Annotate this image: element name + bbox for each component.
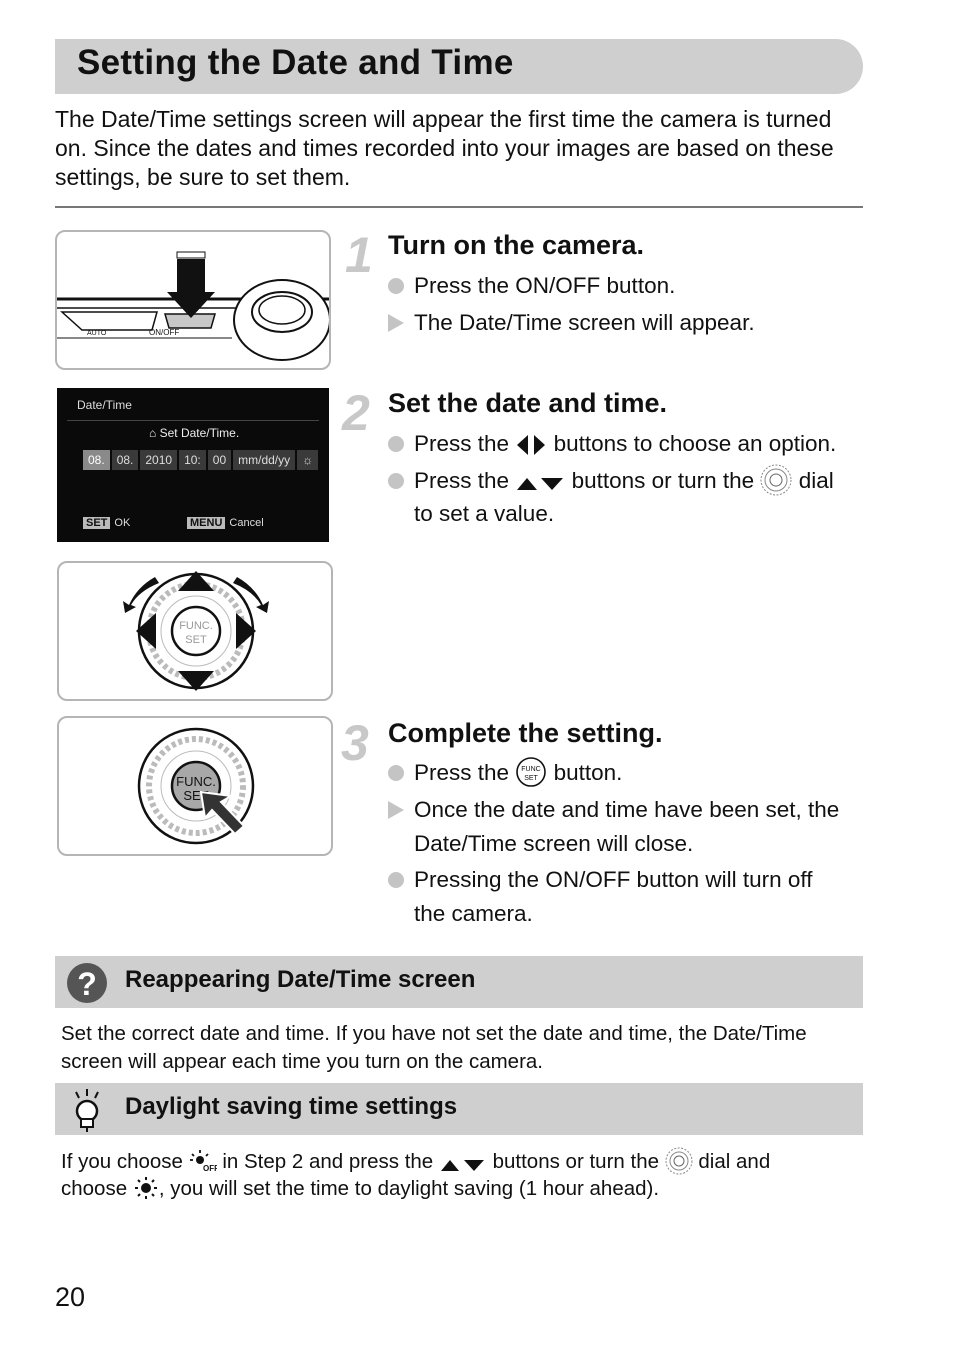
note-header-reappearing: ? Reappearing Date/Time screen [55, 956, 863, 1008]
item-text: The Date/Time screen will appear. [414, 310, 755, 335]
text-segment: choose [61, 1177, 128, 1200]
lightbulb-icon [75, 1089, 99, 1132]
svg-text:FUNC: FUNC [522, 766, 541, 773]
text-segment: in Step 2 and press the [222, 1150, 434, 1173]
text-segment: , you will set the time to daylight savi… [158, 1177, 660, 1200]
screen-title: Date/Time [77, 398, 132, 412]
step-3-item-2: Once the date and time have been set, th… [388, 793, 839, 827]
note-text: Set the correct date and time. If you ha… [61, 1022, 807, 1073]
up-down-arrows-icon [517, 478, 564, 490]
note-text-line-2: choose , you will set the time to daylig… [61, 1175, 861, 1203]
func-label: FUNC. [179, 620, 213, 632]
item-text: Pressing the ON/OFF button will turn off [414, 867, 813, 892]
page-number: 20 [55, 1282, 86, 1312]
note-header-daylight: Daylight saving time settings [55, 1083, 863, 1135]
dst-off-icon: ☼ [297, 450, 319, 470]
step-number-3: 3 [341, 715, 369, 771]
date-time-screen-illustration: Date/Time ⌂ Set Date/Time. 08. 08. 2010 … [57, 388, 329, 542]
svg-text:SET: SET [525, 775, 539, 782]
dst-off-icon: OFF [189, 1150, 217, 1173]
field-minute: 00 [207, 450, 232, 470]
title-banner: Setting the Date and Time [55, 39, 863, 94]
text-segment: buttons or turn the [492, 1150, 659, 1173]
mode-label: AUTO [87, 330, 107, 337]
note-title: Reappearing Date/Time screen [125, 966, 476, 993]
page-title: Setting the Date and Time [77, 43, 514, 82]
item-text: buttons to choose an option. [553, 431, 837, 456]
ok-label: OK [114, 517, 131, 529]
item-text: button. [553, 760, 623, 785]
step-1-item-1: Press the ON/OFF button. [388, 269, 675, 303]
action-bullet-icon [388, 765, 404, 781]
cancel-hint: MENU Cancel [187, 517, 264, 529]
step-title-3: Complete the setting. [388, 718, 663, 748]
date-fields: 08. 08. 2010 10: 00 mm/dd/yy ☼ [83, 450, 319, 470]
func-set-icon: FUNC SET [516, 757, 547, 787]
step-title-1: Turn on the camera. [388, 230, 645, 260]
up-down-arrows-icon [440, 1160, 484, 1171]
field-day: 08. [111, 450, 139, 470]
set-label: SET [185, 634, 207, 646]
control-dial-icon [665, 1147, 693, 1175]
step-2-item-2: Press the buttons or turn the dial [388, 464, 834, 498]
screen-heading: ⌂ Set Date/Time. [149, 426, 239, 440]
step-title-2: Set the date and time. [388, 388, 668, 418]
camera-top-illustration: AUTO ON/OFF [55, 230, 331, 370]
step-2-item-2-cont: to set a value. [414, 501, 555, 526]
result-arrow-icon [388, 801, 404, 819]
item-text: Press the [414, 468, 510, 493]
item-text: Once the date and time have been set, th… [414, 797, 840, 822]
action-bullet-icon [388, 872, 404, 888]
step-3-item-1: Press the FUNC SET button. [388, 756, 622, 790]
item-text: buttons or turn the [571, 468, 755, 493]
note-title: Daylight saving time settings [125, 1093, 458, 1120]
home-icon: ⌂ [149, 426, 157, 440]
item-text: Press the ON/OFF button. [414, 273, 676, 298]
step-3-item-3-cont: the camera. [414, 901, 533, 926]
field-year: 2010 [140, 450, 178, 470]
action-bullet-icon [388, 278, 404, 294]
control-dial-icon [760, 464, 792, 496]
action-bullet-icon [388, 436, 404, 452]
svg-text:?: ? [77, 966, 97, 1002]
step-number-1: 1 [345, 227, 373, 283]
menu-badge: MENU [187, 517, 226, 529]
text-segment: If you choose [61, 1150, 183, 1173]
cancel-label: Cancel [229, 517, 264, 529]
field-hour: 10: [179, 450, 206, 470]
field-format: mm/dd/yy [233, 450, 296, 470]
dst-on-icon [134, 1177, 157, 1199]
control-dial-illustration: FUNC. SET [57, 561, 333, 701]
field-month: 08. [83, 450, 110, 470]
note-text-line-1: If you choose OFF in Step 2 and press th… [61, 1147, 861, 1176]
result-arrow-icon [388, 314, 404, 332]
action-bullet-icon [388, 473, 404, 489]
left-right-arrows-icon [517, 435, 546, 455]
screen-heading-text: Set Date/Time. [159, 426, 240, 440]
step-3-item-3: Pressing the ON/OFF button will turn off [388, 863, 813, 897]
intro-paragraph: The Date/Time settings screen will appea… [55, 106, 834, 190]
step-2-item-1: Press the buttons to choose an option. [388, 427, 836, 461]
on-off-label: ON/OFF [149, 328, 179, 337]
ok-hint: SET OK [83, 517, 130, 529]
divider [55, 206, 863, 208]
item-text: Press the [414, 760, 510, 785]
step-1-item-2: The Date/Time screen will appear. [388, 306, 755, 340]
set-badge: SET [83, 517, 111, 529]
func-set-press-illustration: FUNC. SET [57, 716, 333, 856]
item-text: Press the [414, 431, 510, 456]
func-label: FUNC. [176, 774, 216, 789]
item-text: dial [798, 468, 834, 493]
svg-text:OFF: OFF [203, 1164, 217, 1173]
screen-divider [67, 420, 319, 421]
text-segment: dial and [698, 1150, 771, 1173]
step-number-2: 2 [342, 385, 370, 441]
step-3-item-2-cont: Date/Time screen will close. [414, 831, 694, 856]
question-icon: ? [67, 963, 107, 1003]
